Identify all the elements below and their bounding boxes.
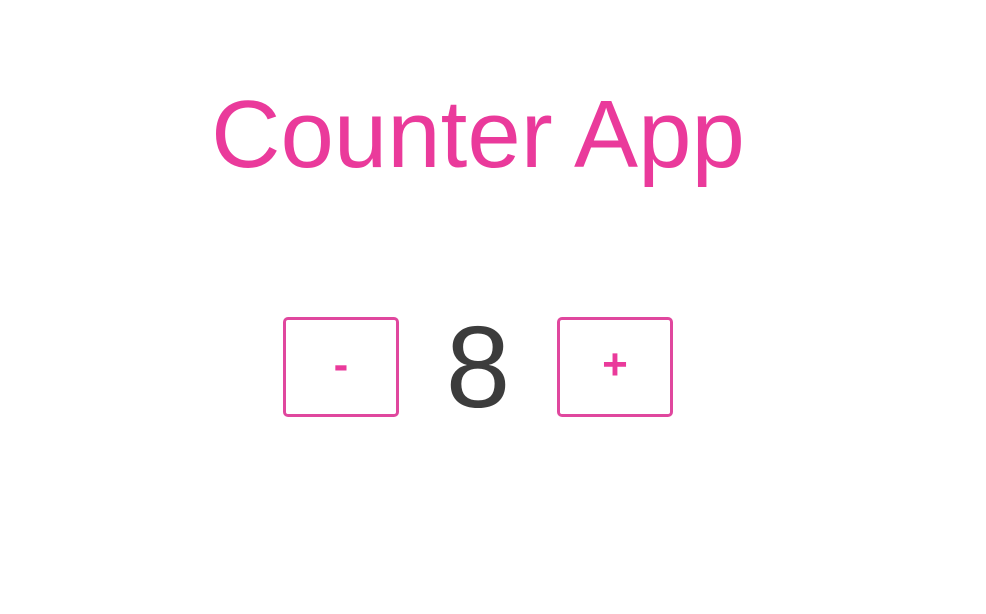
page-title: Counter App xyxy=(211,81,745,188)
counter-app: Counter App - 8 + xyxy=(0,0,956,614)
decrement-button[interactable]: - xyxy=(283,317,399,417)
counter-value: 8 xyxy=(445,302,511,432)
increment-button[interactable]: + xyxy=(557,317,673,417)
counter-controls: - 8 + xyxy=(0,302,956,432)
